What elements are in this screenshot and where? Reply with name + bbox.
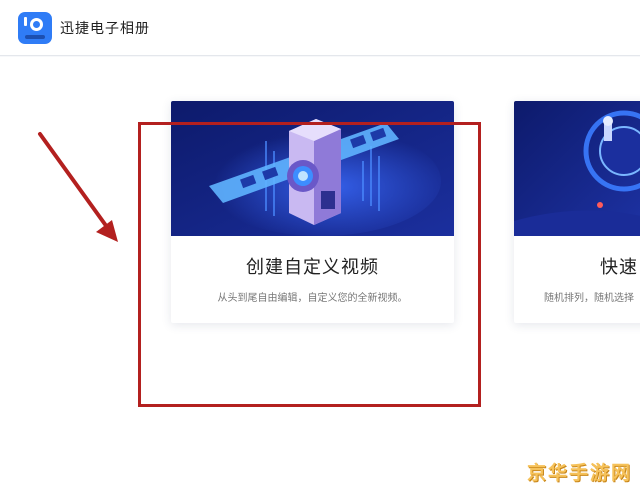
quick-video-card[interactable]: 快速 随机排列，随机选择 [514, 101, 640, 323]
card-description: 随机排列，随机选择 [544, 293, 634, 304]
pointer-arrow-icon [38, 132, 118, 242]
highlight-box [138, 122, 481, 407]
title-bar: 迅捷电子相册 [0, 0, 640, 56]
robot-illustration-icon [514, 101, 640, 236]
watermark-text: 京华手游网 [527, 462, 633, 484]
app-title: 迅捷电子相册 [60, 21, 150, 37]
app-logo-icon [18, 12, 52, 44]
card-title: 快速 [600, 257, 638, 278]
app-window: 迅捷电子相册 创建自定义视频 从头到尾自由编辑，自定义您的全新视频。 快速 随机… [0, 0, 640, 492]
